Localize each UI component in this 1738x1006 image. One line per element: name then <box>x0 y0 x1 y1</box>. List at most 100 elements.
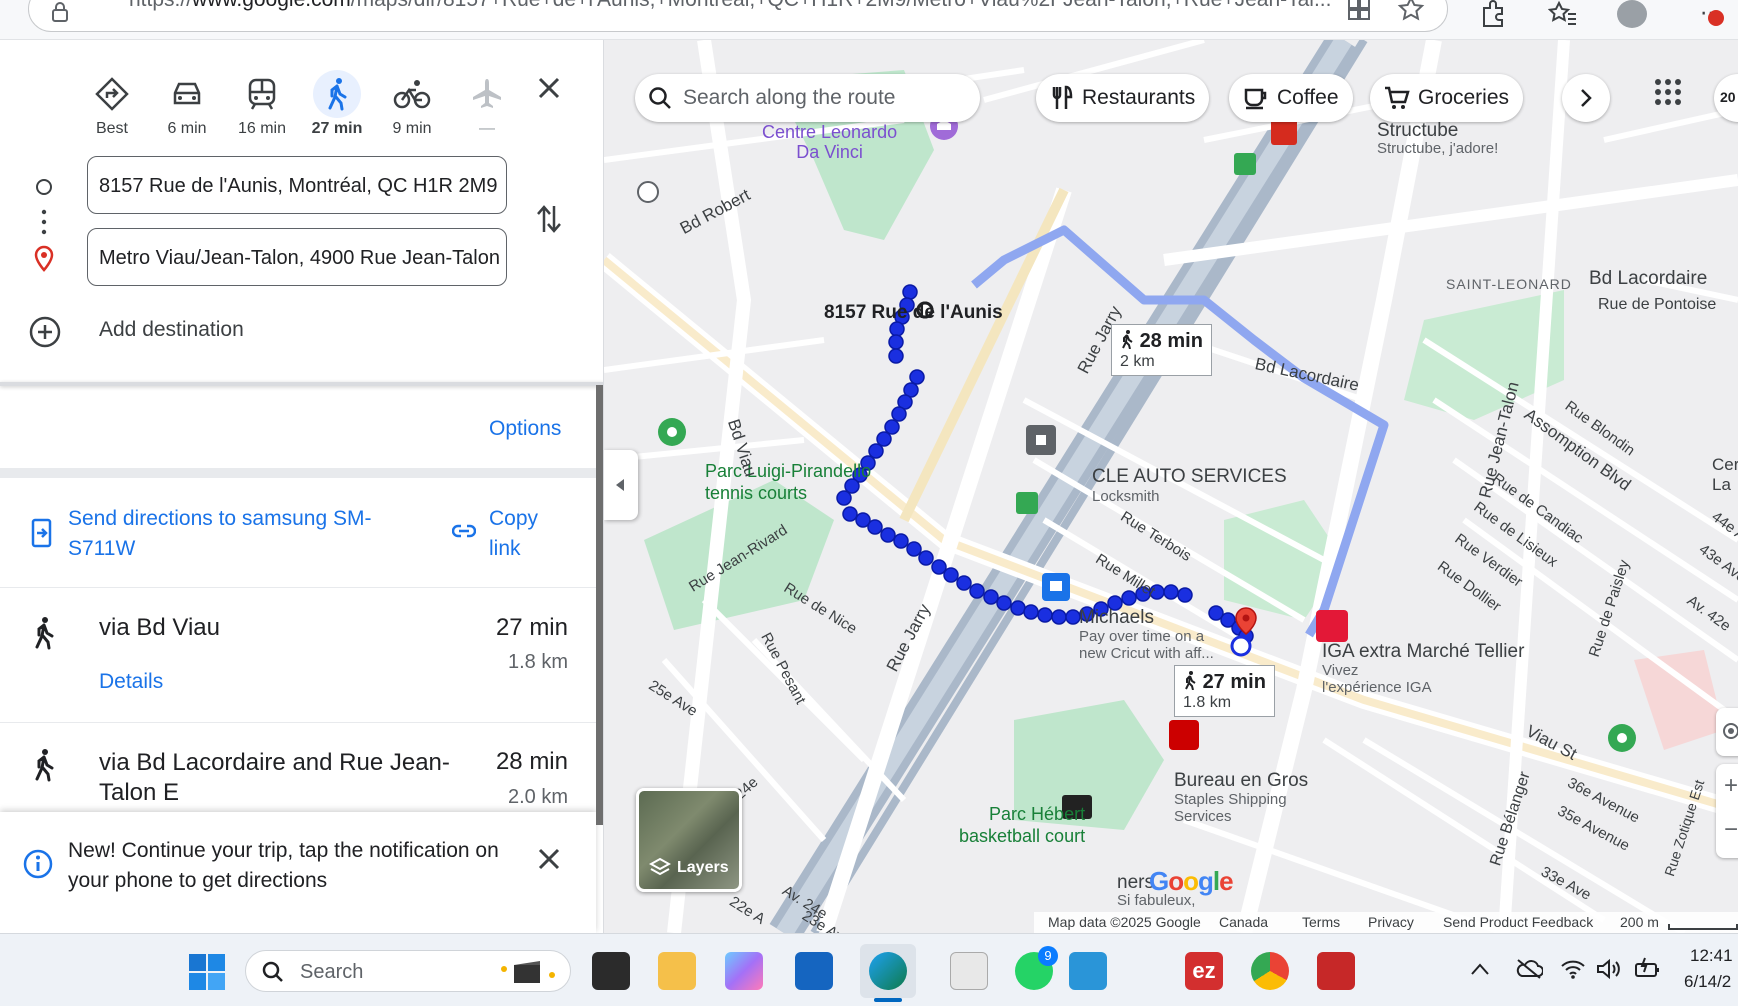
notepad-icon[interactable] <box>1069 952 1107 990</box>
origin-map-label[interactable]: 8157 Rue de l'Aunis <box>824 302 1003 324</box>
chip-groceries[interactable]: Groceries <box>1370 74 1524 122</box>
task-view-icon[interactable] <box>592 952 630 990</box>
mode-flights[interactable]: — <box>457 70 517 138</box>
route-timebox-main[interactable]: 27 min 1.8 km <box>1174 665 1275 717</box>
timebox-distance: 1.8 km <box>1183 694 1232 711</box>
car-icon <box>173 82 201 105</box>
close-icon[interactable] <box>537 76 561 100</box>
extensions-icon[interactable] <box>1478 0 1508 28</box>
send-directions-link[interactable]: Send directions to samsung SM-S711W <box>68 504 428 564</box>
poi-cle-auto[interactable]: CLE AUTO SERVICES <box>1092 466 1287 488</box>
snipping-tool-icon[interactable] <box>950 952 988 990</box>
panel-scrollbar[interactable] <box>596 385 603 825</box>
walking-icon <box>328 78 347 111</box>
mode-cycling[interactable]: 9 min <box>382 70 442 138</box>
link-icon[interactable] <box>452 523 476 539</box>
directions-panel: Best 6 min 16 min 27 min 9 min — 8157 Ru… <box>0 40 604 933</box>
region-link[interactable]: Canada <box>1219 914 1268 930</box>
options-link[interactable]: Options <box>489 417 561 441</box>
map-data-text: Map data ©2025 Google <box>1048 914 1201 930</box>
favorites-icon[interactable] <box>1548 0 1578 28</box>
acrobat-icon[interactable] <box>1317 952 1355 990</box>
active-indicator <box>874 998 902 1002</box>
lock-icon[interactable] <box>51 1 69 23</box>
profile-avatar[interactable] <box>1617 0 1647 28</box>
zoom-out-icon[interactable]: − <box>1724 816 1738 844</box>
zoom-in-icon[interactable]: + <box>1724 772 1738 800</box>
route-timebox-alt[interactable]: 28 min 2 km <box>1111 324 1212 376</box>
notice-banner: New! Continue your trip, tap the notific… <box>0 812 596 933</box>
privacy-link[interactable]: Privacy <box>1368 914 1414 930</box>
walking-icon <box>1122 330 1133 350</box>
close-notice-icon[interactable] <box>538 848 560 870</box>
search-icon <box>262 961 283 982</box>
poi-cle-auto-sub: Locksmith <box>1092 488 1160 505</box>
zoom-controls[interactable]: + − <box>1716 764 1738 858</box>
star-icon[interactable] <box>1397 0 1425 23</box>
train-icon <box>248 78 276 110</box>
notification-dot <box>1708 10 1724 26</box>
poi-leonardo[interactable]: Centre Leonardo Da Vinci <box>762 122 897 162</box>
poi-structube[interactable]: Structube <box>1377 120 1458 142</box>
chip-label: Coffee <box>1277 86 1339 109</box>
terms-link[interactable]: Terms <box>1302 914 1340 930</box>
chevron-up-icon[interactable] <box>1470 962 1490 976</box>
file-explorer-icon[interactable] <box>658 952 696 990</box>
poi-michaels[interactable]: Michaels <box>1079 607 1154 629</box>
copy-link[interactable]: Copy link <box>489 504 559 564</box>
destination-input[interactable]: Metro Viau/Jean-Talon, 4900 Rue Jean-Tal… <box>87 228 507 286</box>
chip-restaurants[interactable]: Restaurants <box>1036 74 1210 122</box>
add-destination-label[interactable]: Add destination <box>99 318 244 342</box>
poi-iga[interactable]: IGA extra Marché Tellier <box>1322 641 1524 663</box>
app-install-icon[interactable] <box>1347 0 1371 21</box>
battery-icon[interactable] <box>1634 956 1662 982</box>
mode-driving[interactable]: 6 min <box>157 70 217 138</box>
add-destination-icon[interactable] <box>28 315 62 349</box>
swap-icon[interactable] <box>536 202 562 236</box>
chip-coffee[interactable]: Coffee <box>1229 74 1353 122</box>
map-footer: Map data ©2025 Google Canada Terms Priva… <box>1034 912 1738 933</box>
route-dots-icon <box>41 209 47 235</box>
chrome-icon[interactable] <box>1251 952 1289 990</box>
layers-button[interactable]: Layers <box>636 788 742 892</box>
route-search-box[interactable]: Search along the route <box>635 74 980 122</box>
store-icon[interactable] <box>795 952 833 990</box>
scale-bar <box>1668 924 1738 930</box>
my-location-button[interactable] <box>1716 708 1738 756</box>
poi-parc-luigi[interactable]: Parc Luigi-Pirandello tennis courts <box>705 460 871 504</box>
poi-iga-sub: Vivez l'expérience IGA <box>1322 662 1432 696</box>
ez-app-icon[interactable]: ez <box>1185 952 1223 990</box>
copilot-icon[interactable] <box>725 952 763 990</box>
url-text[interactable]: https://www.google.com/maps/dir/8157+Rue… <box>129 0 1331 12</box>
send-to-phone-icon[interactable] <box>30 518 54 548</box>
map-canvas[interactable]: Search along the route Restaurants Coffe… <box>604 40 1738 933</box>
taskbar-search[interactable]: Search <box>245 950 571 992</box>
poi-parc-hebert[interactable]: Parc Hébert basketball court <box>959 803 1085 847</box>
best-route-icon <box>95 77 129 111</box>
mode-transit[interactable]: 16 min <box>232 70 292 138</box>
clock-date[interactable]: 6/14/2 <box>1684 972 1731 992</box>
poi-michaels-sub: Pay over time on a new Cricut with aff... <box>1079 628 1214 662</box>
edge-browser-icon[interactable] <box>869 952 907 990</box>
poi-bureau-en-gros[interactable]: Bureau en Gros <box>1174 770 1308 792</box>
walking-icon <box>35 749 54 782</box>
mode-best[interactable]: Best <box>82 70 142 138</box>
chips-next-button[interactable] <box>1562 74 1610 122</box>
clock-time[interactable]: 12:41 <box>1690 946 1733 966</box>
onedrive-icon[interactable] <box>1515 958 1543 980</box>
apps-grid-icon[interactable] <box>1654 78 1682 106</box>
taskbar-search-label: Search <box>300 961 364 983</box>
volume-icon[interactable] <box>1596 958 1622 980</box>
details-link[interactable]: Details <box>99 670 163 694</box>
windows-start-icon[interactable] <box>189 954 225 990</box>
chip-label: Groceries <box>1418 86 1510 109</box>
origin-input[interactable]: 8157 Rue de l'Aunis, Montréal, QC H1R 2M… <box>87 156 507 214</box>
route-option-1[interactable]: via Bd Viau 27 min 1.8 km Details <box>0 588 596 723</box>
address-bar[interactable]: https://www.google.com/maps/dir/8157+Rue… <box>28 0 1448 32</box>
route-time: 28 min <box>495 748 568 775</box>
wifi-icon[interactable] <box>1560 958 1586 980</box>
mode-walking[interactable]: 27 min <box>307 70 367 138</box>
feedback-link[interactable]: Send Product Feedback <box>1443 914 1593 930</box>
collapse-panel-button[interactable] <box>604 450 638 520</box>
neighborhood-label: SAINT-LEONARD <box>1446 276 1572 292</box>
